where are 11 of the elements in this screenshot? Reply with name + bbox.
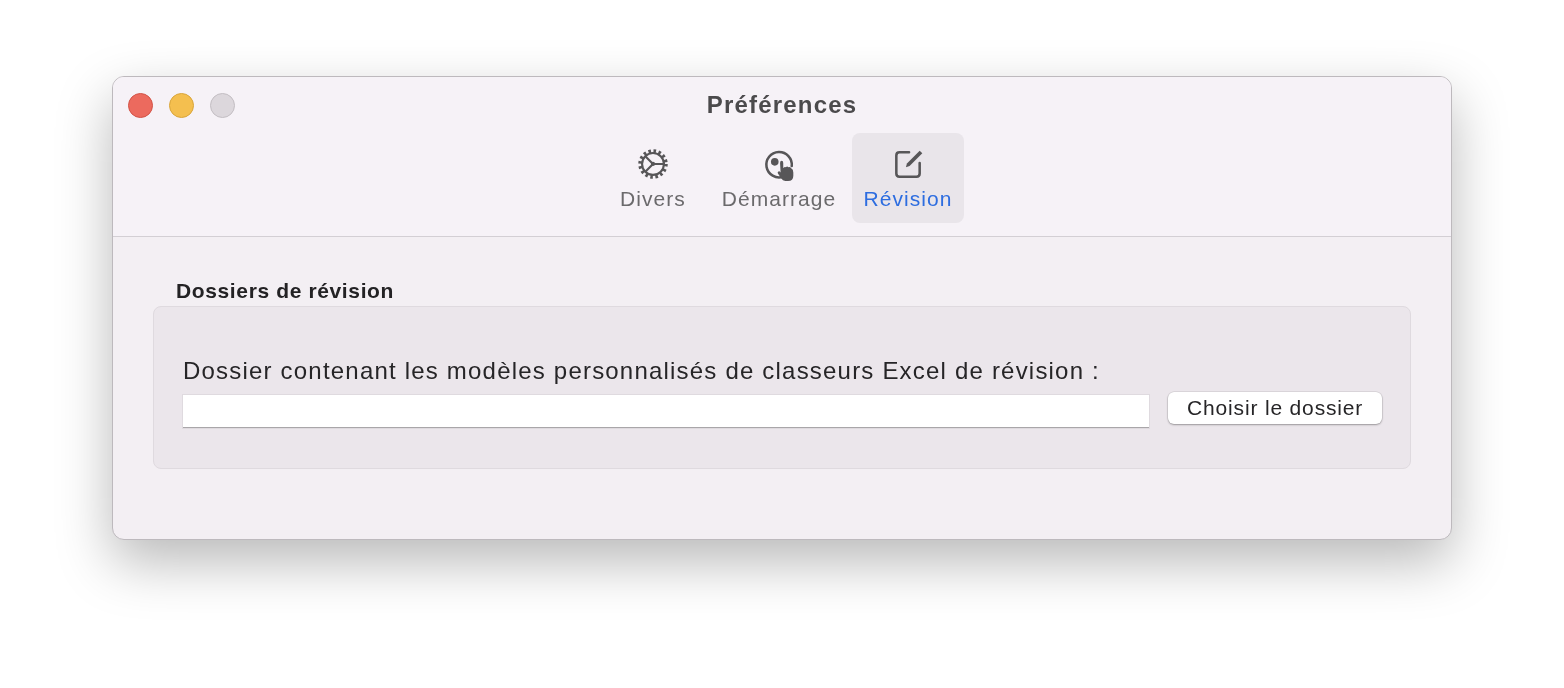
folder-path-field[interactable]	[183, 395, 1150, 428]
toolbar-tab[interactable]: Révision	[852, 133, 964, 223]
toolbar-tab[interactable]: Divers	[600, 133, 706, 223]
choose-folder-button[interactable]: Choisir le dossier	[1168, 392, 1382, 424]
field-label: Dossier contenant les modèles personnalisés de classeurs Excel de révision :	[183, 356, 1100, 385]
close-button[interactable]	[128, 92, 153, 118]
gear-icon	[636, 147, 670, 182]
minimize-button[interactable]	[169, 92, 194, 118]
section-heading: Dossiers de révision	[176, 279, 395, 302]
toolbar-tab[interactable]: Démarrage	[716, 133, 842, 223]
window-title: Préférences	[706, 92, 858, 118]
